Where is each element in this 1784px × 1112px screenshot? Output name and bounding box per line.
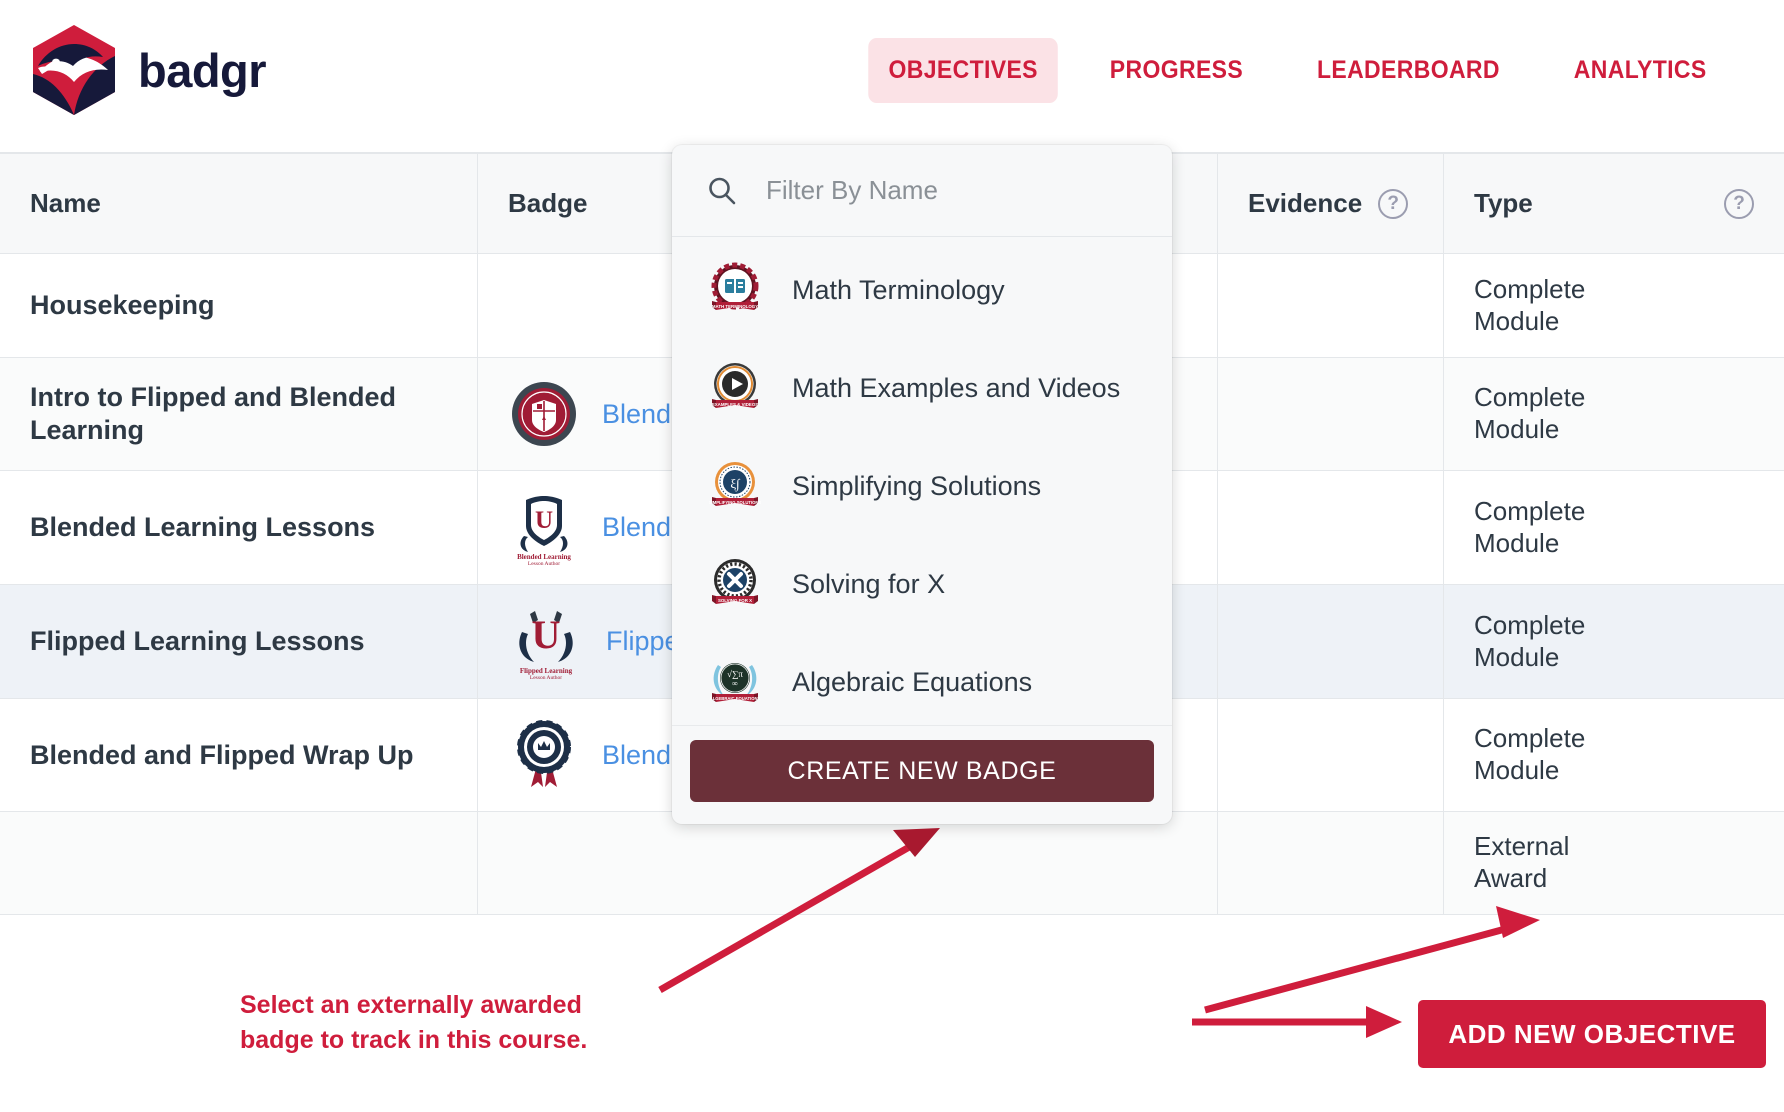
tab-objectives[interactable]: OBJECTIVES <box>868 38 1059 103</box>
question-mark-circle-icon[interactable]: ? <box>1378 188 1409 219</box>
tab-analytics[interactable]: ANALYTICS <box>1554 38 1727 103</box>
app-header: badgr OBJECTIVES PROGRESS LEADERBOARD AN… <box>0 0 1784 152</box>
svg-text:MATH TERMINOLOGY: MATH TERMINOLOGY <box>712 304 758 309</box>
svg-text:Blended Learning: Blended Learning <box>517 553 571 561</box>
badge-picker-dropdown: MATH TERMINOLOGY Math Terminology EXAMPL… <box>672 145 1172 824</box>
badge-filter-row <box>672 145 1172 237</box>
badge-option-label: Solving for X <box>792 568 946 599</box>
row-name-cell <box>0 812 478 914</box>
column-header-type[interactable]: Type ? <box>1444 154 1784 253</box>
svg-text:SIMPLIFYING SOLUTIONS: SIMPLIFYING SOLUTIONS <box>709 500 762 505</box>
search-icon <box>709 177 736 204</box>
row-type-cell: External Award <box>1474 831 1570 893</box>
badge-option-algebraic-equations[interactable]: √∑π ∞ ALGEBRAIC EQUATIONS Algebraic Equa… <box>672 633 1172 725</box>
badge-options-list: MATH TERMINOLOGY Math Terminology EXAMPL… <box>672 237 1172 725</box>
svg-text:ξ∫: ξ∫ <box>730 476 741 492</box>
badge-option-label: Math Examples and Videos <box>792 372 1121 403</box>
badge-option-label: Math Terminology <box>792 274 1005 305</box>
row-name-cell: Flipped Learning Lessons <box>0 585 478 698</box>
svg-text:Lesson Author: Lesson Author <box>530 675 562 680</box>
row-evidence-cell <box>1218 471 1444 584</box>
blended-vs-flipped-crown-rosette-badge-icon <box>517 720 571 787</box>
svg-text:SOLVING FOR X: SOLVING FOR X <box>718 598 752 603</box>
svg-text:U: U <box>532 612 561 657</box>
row-type-cell: Complete Module <box>1474 495 1586 558</box>
row-evidence-cell <box>1218 585 1444 698</box>
tab-leaderboard[interactable]: LEADERBOARD <box>1297 38 1520 103</box>
blend-and-flip-scholar-shield-badge-icon <box>512 382 576 446</box>
row-type-cell: Complete Module <box>1474 723 1586 785</box>
arrow-pointing-to-external-award-type-icon <box>1204 906 1540 1014</box>
column-header-name[interactable]: Name <box>0 154 478 253</box>
row-badge-cell <box>478 812 1218 914</box>
badge-option-simplifying-solutions[interactable]: ξ∫ SIMPLIFYING SOLUTIONS Simplifying Sol… <box>672 437 1172 535</box>
main-nav: OBJECTIVES PROGRESS LEADERBOARD ANALYTIC… <box>860 38 1735 103</box>
annotation-caption-line-2: badge to track in this course. <box>240 1025 588 1054</box>
row-evidence-cell <box>1218 358 1444 470</box>
badgr-objectives-page: badgr OBJECTIVES PROGRESS LEADERBOARD AN… <box>0 0 1784 1112</box>
arrow-pointing-to-add-new-objective-button-icon <box>1192 1006 1402 1038</box>
svg-text:U: U <box>535 507 553 534</box>
svg-text:EXAMPLES & VIDEOS: EXAMPLES & VIDEOS <box>712 402 758 407</box>
row-evidence-cell <box>1218 812 1444 914</box>
row-type-cell: Complete Module <box>1474 382 1586 444</box>
column-header-type-label: Type <box>1474 188 1533 218</box>
column-header-evidence[interactable]: Evidence ? <box>1218 154 1444 253</box>
math-examples-videos-play-button-badge-icon: EXAMPLES & VIDEOS <box>712 363 758 408</box>
svg-text:Lesson Author: Lesson Author <box>528 561 560 566</box>
create-new-badge-button[interactable]: CREATE NEW BADGE <box>690 740 1154 802</box>
badge-picker-footer: CREATE NEW BADGE <box>672 725 1172 824</box>
blended-learning-lesson-author-u-shield-badge-icon: U Blended Learning Lesson Author <box>517 495 571 566</box>
badge-option-math-terminology[interactable]: MATH TERMINOLOGY Math Terminology <box>672 241 1172 339</box>
solving-for-x-navy-x-badge-icon: SOLVING FOR X <box>712 559 758 604</box>
row-evidence-cell <box>1218 699 1444 811</box>
badgr-badger-hexagon-logo-icon <box>33 25 115 115</box>
annotation-caption: Select an externally awarded badge to tr… <box>240 988 587 1057</box>
annotation-caption-line-1: Select an externally awarded <box>240 991 582 1019</box>
svg-text:ALGEBRAIC EQUATIONS: ALGEBRAIC EQUATIONS <box>710 696 761 701</box>
badge-option-solving-for-x[interactable]: SOLVING FOR X Solving for X <box>672 535 1172 633</box>
simplifying-solutions-navy-circle-badge-icon: ξ∫ SIMPLIFYING SOLUTIONS <box>709 462 762 506</box>
svg-text:√∑π: √∑π <box>727 669 743 679</box>
algebraic-equations-laurel-wreath-badge-icon: √∑π ∞ ALGEBRAIC EQUATIONS <box>710 663 761 702</box>
row-name-cell: Blended and Flipped Wrap Up <box>0 699 478 811</box>
row-name-cell: Housekeeping <box>0 254 478 357</box>
brand-logo[interactable]: badgr <box>28 22 267 118</box>
add-new-objective-button[interactable]: ADD NEW OBJECTIVE <box>1418 1000 1766 1068</box>
badge-option-label: Simplifying Solutions <box>792 470 1042 501</box>
row-type-cell: Complete Module <box>1474 273 1586 336</box>
badge-filter-input[interactable] <box>766 175 1138 206</box>
svg-text:Flipped Learning: Flipped Learning <box>520 667 573 675</box>
row-name-cell: Blended Learning Lessons <box>0 471 478 584</box>
question-mark-circle-icon[interactable]: ? <box>1724 188 1754 219</box>
column-header-evidence-label: Evidence <box>1248 188 1363 218</box>
math-terminology-open-book-badge-icon: MATH TERMINOLOGY <box>711 262 759 310</box>
row-type-cell: Complete Module <box>1474 609 1586 672</box>
brand-name: badgr <box>138 43 267 97</box>
table-row[interactable]: External Award <box>0 812 1784 915</box>
row-name-cell: Intro to Flipped and Blended Learning <box>0 358 478 470</box>
badge-option-label: Algebraic Equations <box>792 666 1033 697</box>
badge-option-math-examples-and-videos[interactable]: EXAMPLES & VIDEOS Math Examples and Vide… <box>672 339 1172 437</box>
svg-text:∞: ∞ <box>732 679 738 688</box>
row-evidence-cell <box>1218 254 1444 357</box>
tab-progress[interactable]: PROGRESS <box>1090 38 1264 103</box>
flipped-learning-lesson-author-u-laurel-badge-icon: U Flipped Learning Lesson Author <box>519 610 573 680</box>
